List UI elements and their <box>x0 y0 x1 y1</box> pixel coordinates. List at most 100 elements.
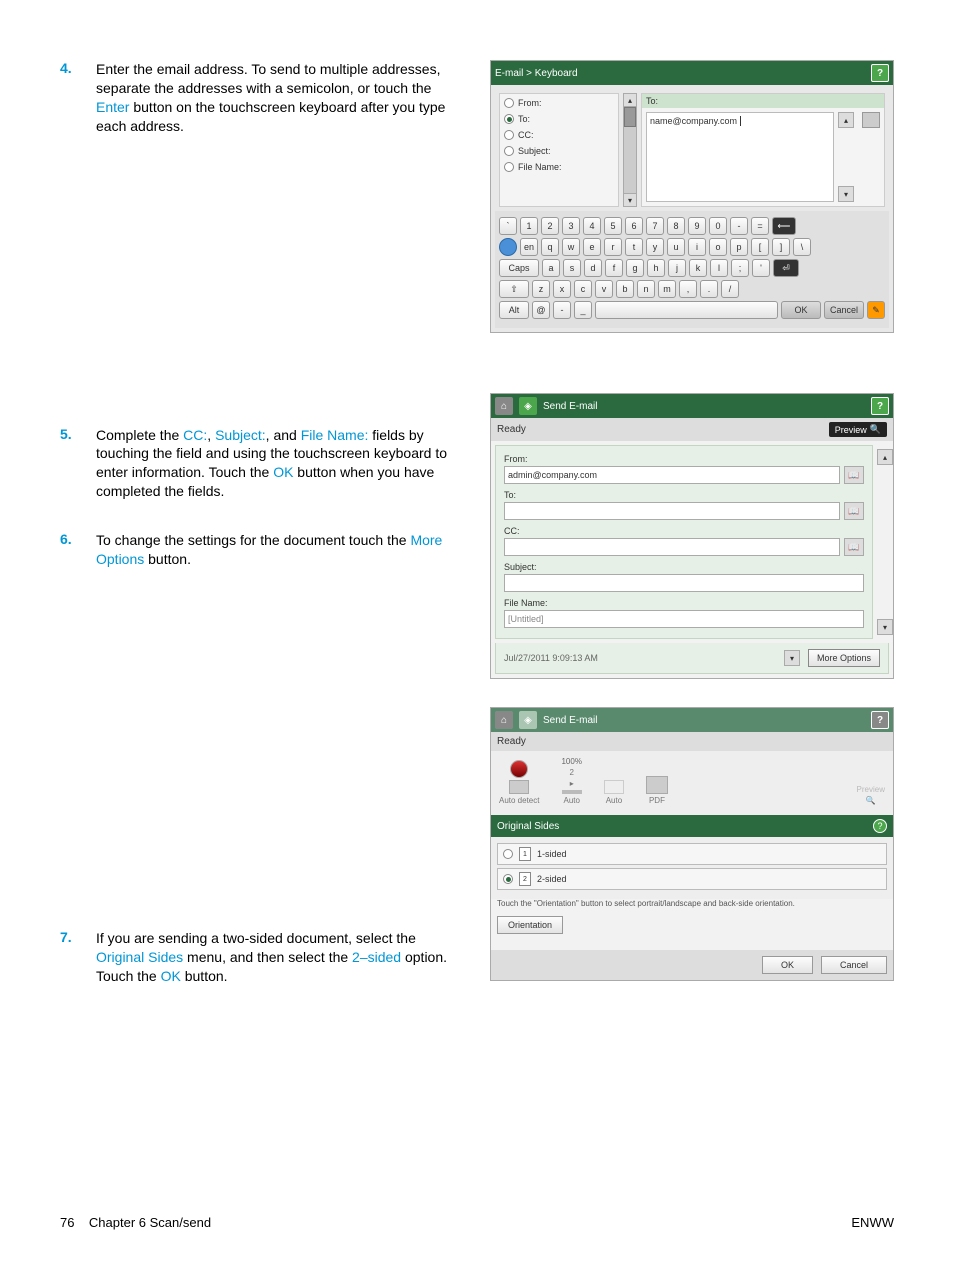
key-j[interactable]: j <box>668 259 686 277</box>
key-v[interactable]: v <box>595 280 613 298</box>
key-h[interactable]: h <box>647 259 665 277</box>
key-z[interactable]: z <box>532 280 550 298</box>
key-][interactable]: ] <box>772 238 790 256</box>
key-k[interactable]: k <box>689 259 707 277</box>
space-key[interactable] <box>595 301 778 319</box>
key-p[interactable]: p <box>730 238 748 256</box>
key-w[interactable]: w <box>562 238 580 256</box>
scroll-down-icon[interactable]: ▾ <box>623 193 637 207</box>
auto-detect-item[interactable]: Auto detect <box>499 760 539 805</box>
addressbook-icon[interactable]: 📖 <box>844 466 864 484</box>
key-n[interactable]: n <box>637 280 655 298</box>
underscore-key[interactable]: _ <box>574 301 592 319</box>
filename-radio[interactable]: File Name: <box>504 162 614 172</box>
clear-icon[interactable]: ✎ <box>867 301 885 319</box>
from-radio[interactable]: From: <box>504 98 614 108</box>
from-input[interactable]: admin@company.com <box>504 466 840 484</box>
dash-key[interactable]: - <box>553 301 571 319</box>
key-x[interactable]: x <box>553 280 571 298</box>
key-,[interactable]: , <box>679 280 697 298</box>
home-icon[interactable]: ⌂ <box>495 711 513 729</box>
at-key[interactable]: @ <box>532 301 550 319</box>
start-icon[interactable]: ◈ <box>519 397 537 415</box>
auto-item[interactable]: Auto <box>604 780 624 805</box>
key-s[interactable]: s <box>563 259 581 277</box>
key-[[interactable]: [ <box>751 238 769 256</box>
key-e[interactable]: e <box>583 238 601 256</box>
ok-key[interactable]: OK <box>781 301 821 319</box>
key-.[interactable]: . <box>700 280 718 298</box>
key-g[interactable]: g <box>626 259 644 277</box>
enter-key[interactable]: ⏎ <box>773 259 799 277</box>
key-f[interactable]: f <box>605 259 623 277</box>
globe-icon[interactable] <box>499 238 517 256</box>
two-sided-option[interactable]: 22-sided <box>497 868 887 890</box>
preview-item[interactable]: Preview🔍 <box>857 785 885 805</box>
orientation-button[interactable]: Orientation <box>497 916 563 934</box>
key-`[interactable]: ` <box>499 217 517 235</box>
pdf-item[interactable]: PDF <box>646 776 668 805</box>
key-9[interactable]: 9 <box>688 217 706 235</box>
help-icon[interactable]: ? <box>871 64 889 82</box>
scroll-down-icon[interactable]: ▾ <box>838 186 854 202</box>
addressbook-icon[interactable]: 📖 <box>844 538 864 556</box>
shift-key[interactable]: ⇧ <box>499 280 529 298</box>
key-=[interactable]: = <box>751 217 769 235</box>
key-r[interactable]: r <box>604 238 622 256</box>
lang-key[interactable]: en <box>520 238 538 256</box>
key--[interactable]: - <box>730 217 748 235</box>
one-sided-option[interactable]: 11-sided <box>497 843 887 865</box>
keyboard-icon[interactable] <box>862 112 880 128</box>
cc-radio[interactable]: CC: <box>504 130 614 140</box>
key-l[interactable]: l <box>710 259 728 277</box>
key-b[interactable]: b <box>616 280 634 298</box>
key-2[interactable]: 2 <box>541 217 559 235</box>
key-'[interactable]: ' <box>752 259 770 277</box>
key-;[interactable]: ; <box>731 259 749 277</box>
ok-button[interactable]: OK <box>762 956 813 974</box>
preview-button[interactable]: Preview🔍 <box>829 422 887 437</box>
key-0[interactable]: 0 <box>709 217 727 235</box>
key-4[interactable]: 4 <box>583 217 601 235</box>
key-/[interactable]: / <box>721 280 739 298</box>
key-3[interactable]: 3 <box>562 217 580 235</box>
key-5[interactable]: 5 <box>604 217 622 235</box>
to-radio[interactable]: To: <box>504 114 614 124</box>
help-icon[interactable]: ? <box>871 397 889 415</box>
to-input[interactable]: name@company.com <box>646 112 834 202</box>
subject-radio[interactable]: Subject: <box>504 146 614 156</box>
alt-key[interactable]: Alt <box>499 301 529 319</box>
key-7[interactable]: 7 <box>646 217 664 235</box>
cancel-key[interactable]: Cancel <box>824 301 864 319</box>
help-icon[interactable]: ? <box>871 711 889 729</box>
key-u[interactable]: u <box>667 238 685 256</box>
key-d[interactable]: d <box>584 259 602 277</box>
key-o[interactable]: o <box>709 238 727 256</box>
scroll-up-icon[interactable]: ▴ <box>838 112 854 128</box>
caps-key[interactable]: Caps <box>499 259 539 277</box>
field-scrollbar[interactable]: ▴ ▾ <box>623 93 637 207</box>
to-input[interactable] <box>504 502 840 520</box>
key-t[interactable]: t <box>625 238 643 256</box>
scroll-down-icon[interactable]: ▾ <box>877 619 893 635</box>
key-c[interactable]: c <box>574 280 592 298</box>
key-m[interactable]: m <box>658 280 676 298</box>
chevron-down-icon[interactable]: ▾ <box>784 650 800 666</box>
key-6[interactable]: 6 <box>625 217 643 235</box>
help-icon[interactable]: ? <box>873 819 887 833</box>
start-icon[interactable]: ◈ <box>519 711 537 729</box>
subject-input[interactable] <box>504 574 864 592</box>
key-y[interactable]: y <box>646 238 664 256</box>
key-8[interactable]: 8 <box>667 217 685 235</box>
key-1[interactable]: 1 <box>520 217 538 235</box>
backspace-key[interactable]: ⟵ <box>772 217 796 235</box>
key-a[interactable]: a <box>542 259 560 277</box>
key-q[interactable]: q <box>541 238 559 256</box>
scroll-up-icon[interactable]: ▴ <box>623 93 637 107</box>
more-options-button[interactable]: More Options <box>808 649 880 667</box>
copies-item[interactable]: 100%2▸Auto <box>561 757 581 805</box>
cancel-button[interactable]: Cancel <box>821 956 887 974</box>
filename-input[interactable]: [Untitled] <box>504 610 864 628</box>
key-\[interactable]: \ <box>793 238 811 256</box>
cc-input[interactable] <box>504 538 840 556</box>
